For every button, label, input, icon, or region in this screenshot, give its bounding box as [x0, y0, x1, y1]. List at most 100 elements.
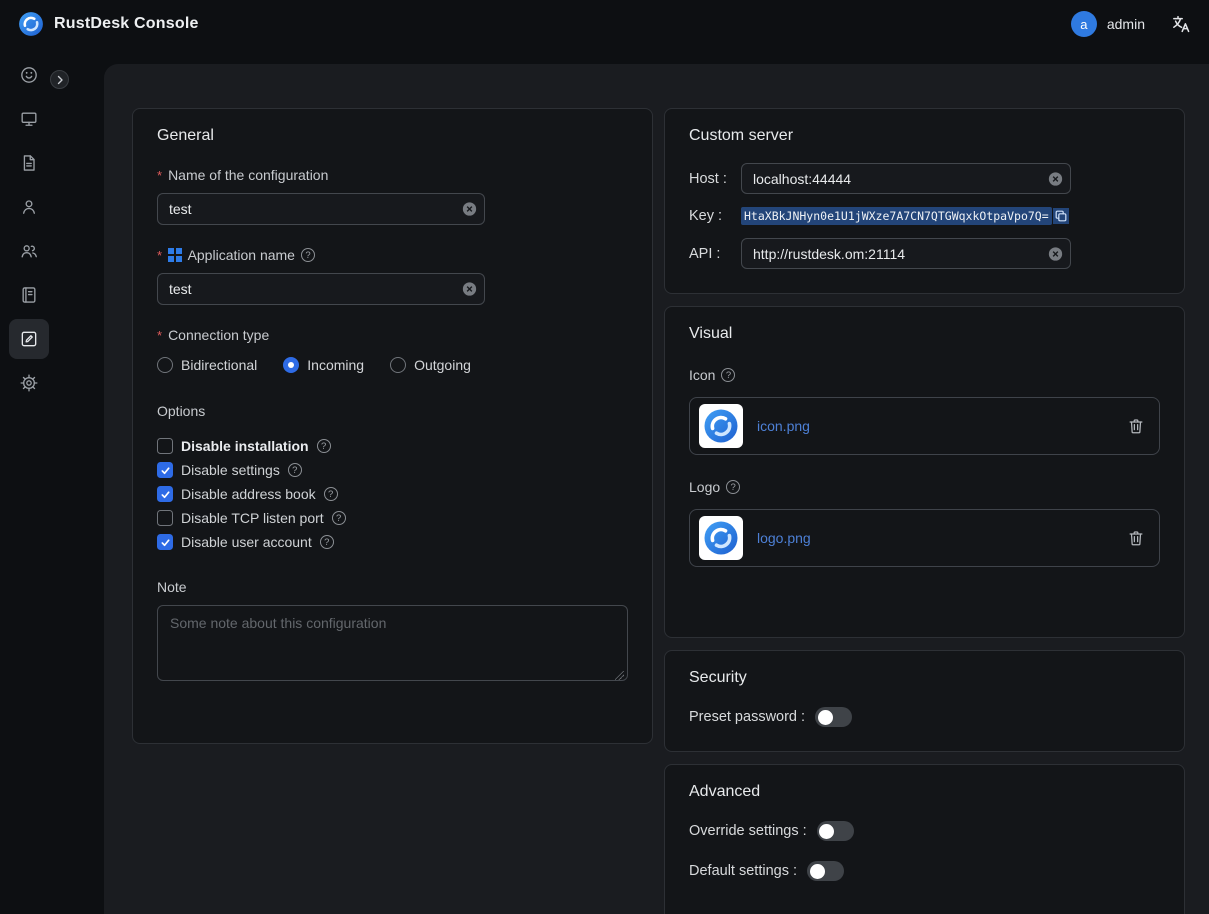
sidebar-item-devices[interactable]	[9, 99, 49, 139]
logo-label: Logo	[689, 479, 1160, 495]
host-input[interactable]	[741, 163, 1071, 194]
copy-icon[interactable]	[1053, 208, 1069, 224]
note-textarea[interactable]	[157, 605, 628, 681]
radio-button[interactable]	[390, 357, 406, 373]
help-icon[interactable]	[726, 480, 740, 494]
clear-icon[interactable]	[462, 202, 477, 217]
notebook-icon	[19, 285, 39, 305]
help-icon[interactable]	[332, 511, 346, 525]
document-icon	[19, 153, 39, 173]
key-row: Key : HtaXBkJNHyn0e1U1jWXze7A7CN7QTGWqxk…	[689, 207, 1160, 225]
top-bar: RustDesk Console a admin	[0, 0, 1209, 48]
translate-icon[interactable]	[1171, 14, 1191, 34]
main-content: General Name of the configuration Applic…	[104, 64, 1209, 914]
trash-icon[interactable]	[1127, 529, 1145, 547]
user-icon	[19, 197, 39, 217]
checkbox-disable-user-account[interactable]: Disable user account	[157, 531, 628, 553]
required-mark	[157, 328, 162, 343]
visual-title: Visual	[689, 325, 1160, 343]
help-icon[interactable]	[324, 487, 338, 501]
sidebar-item-audit[interactable]	[9, 143, 49, 183]
general-card: General Name of the configuration Applic…	[132, 108, 653, 744]
api-input[interactable]	[741, 238, 1071, 269]
preset-password-toggle[interactable]	[815, 707, 852, 727]
advanced-title: Advanced	[689, 783, 1160, 801]
clear-icon[interactable]	[462, 282, 477, 297]
help-icon[interactable]	[320, 535, 334, 549]
avatar[interactable]: a	[1071, 11, 1097, 37]
sidebar-item-settings[interactable]	[9, 363, 49, 403]
api-label: API :	[689, 246, 741, 262]
checkbox[interactable]	[157, 438, 173, 454]
checkbox-disable-settings[interactable]: Disable settings	[157, 459, 628, 481]
logo-preview-image	[699, 516, 743, 560]
custom-server-title: Custom server	[689, 127, 1160, 145]
sidebar-item-address-books[interactable]	[9, 275, 49, 315]
name-field-label: Name of the configuration	[157, 167, 628, 183]
visual-card: Visual Icon icon.png	[664, 306, 1185, 638]
icon-file-box: icon.png	[689, 397, 1160, 455]
custom-server-card: Custom server Host : Key : HtaXBkJNHyn0e…	[664, 108, 1185, 294]
help-icon[interactable]	[317, 439, 331, 453]
security-title: Security	[689, 669, 1160, 687]
required-mark	[157, 168, 162, 183]
checkbox[interactable]	[157, 462, 173, 478]
app-name-field-label: Application name	[157, 247, 628, 263]
logo-file-link[interactable]: logo.png	[757, 530, 811, 546]
help-icon[interactable]	[301, 248, 315, 262]
override-settings-toggle[interactable]	[817, 821, 854, 841]
host-row: Host :	[689, 163, 1160, 194]
sidebar	[0, 48, 58, 914]
icon-preview-image	[699, 404, 743, 448]
sidebar-item-users[interactable]	[9, 187, 49, 227]
radio-incoming[interactable]: Incoming	[283, 357, 364, 373]
radio-button[interactable]	[157, 357, 173, 373]
override-settings-label: Override settings :	[689, 823, 807, 839]
config-name-input[interactable]	[157, 193, 485, 225]
clear-icon[interactable]	[1048, 246, 1063, 261]
api-row: API :	[689, 238, 1160, 269]
required-mark	[157, 248, 162, 263]
trash-icon[interactable]	[1127, 417, 1145, 435]
checkbox[interactable]	[157, 510, 173, 526]
note-resize-handle-wrap	[157, 605, 628, 686]
checkbox[interactable]	[157, 534, 173, 550]
connection-type-label: Connection type	[157, 327, 628, 343]
sidebar-item-overview[interactable]	[9, 55, 49, 95]
radio-outgoing[interactable]: Outgoing	[390, 357, 471, 373]
checkbox-disable-address-book[interactable]: Disable address book	[157, 483, 628, 505]
checkbox[interactable]	[157, 486, 173, 502]
icon-file-link[interactable]: icon.png	[757, 418, 810, 434]
options-label: Options	[157, 403, 628, 419]
key-label: Key :	[689, 208, 741, 224]
radio-bidirectional[interactable]: Bidirectional	[157, 357, 257, 373]
checkbox-disable-installation[interactable]: Disable installation	[157, 435, 628, 457]
application-name-input[interactable]	[157, 273, 485, 305]
help-icon[interactable]	[721, 368, 735, 382]
checkbox-disable-tcp-listen-port[interactable]: Disable TCP listen port	[157, 507, 628, 529]
sidebar-item-groups[interactable]	[9, 231, 49, 271]
advanced-card: Advanced Override settings : Default set…	[664, 764, 1185, 914]
edit-square-icon	[19, 329, 39, 349]
options-checkbox-list: Disable installation Disable settings Di…	[157, 435, 628, 553]
chevron-right-icon	[54, 74, 66, 86]
preset-password-label: Preset password :	[689, 709, 805, 725]
preset-password-row: Preset password :	[689, 707, 1160, 727]
connection-type-radio-group: Bidirectional Incoming Outgoing	[157, 357, 628, 373]
server-key-value[interactable]: HtaXBkJNHyn0e1U1jWXze7A7CN7QTGWqxkOtpaVp…	[741, 207, 1052, 225]
note-label: Note	[157, 579, 628, 595]
default-settings-row: Default settings :	[689, 861, 1160, 881]
users-icon	[19, 241, 39, 261]
default-settings-toggle[interactable]	[807, 861, 844, 881]
username[interactable]: admin	[1107, 16, 1145, 32]
sidebar-item-custom-clients[interactable]	[9, 319, 49, 359]
logo-file-box: logo.png	[689, 509, 1160, 567]
icon-label: Icon	[689, 367, 1160, 383]
help-icon[interactable]	[288, 463, 302, 477]
clear-icon[interactable]	[1048, 171, 1063, 186]
app-title: RustDesk Console	[54, 15, 199, 33]
radio-button[interactable]	[283, 357, 299, 373]
windows-icon	[168, 248, 182, 262]
smiley-icon	[19, 65, 39, 85]
sidebar-expand-button[interactable]	[50, 70, 69, 89]
